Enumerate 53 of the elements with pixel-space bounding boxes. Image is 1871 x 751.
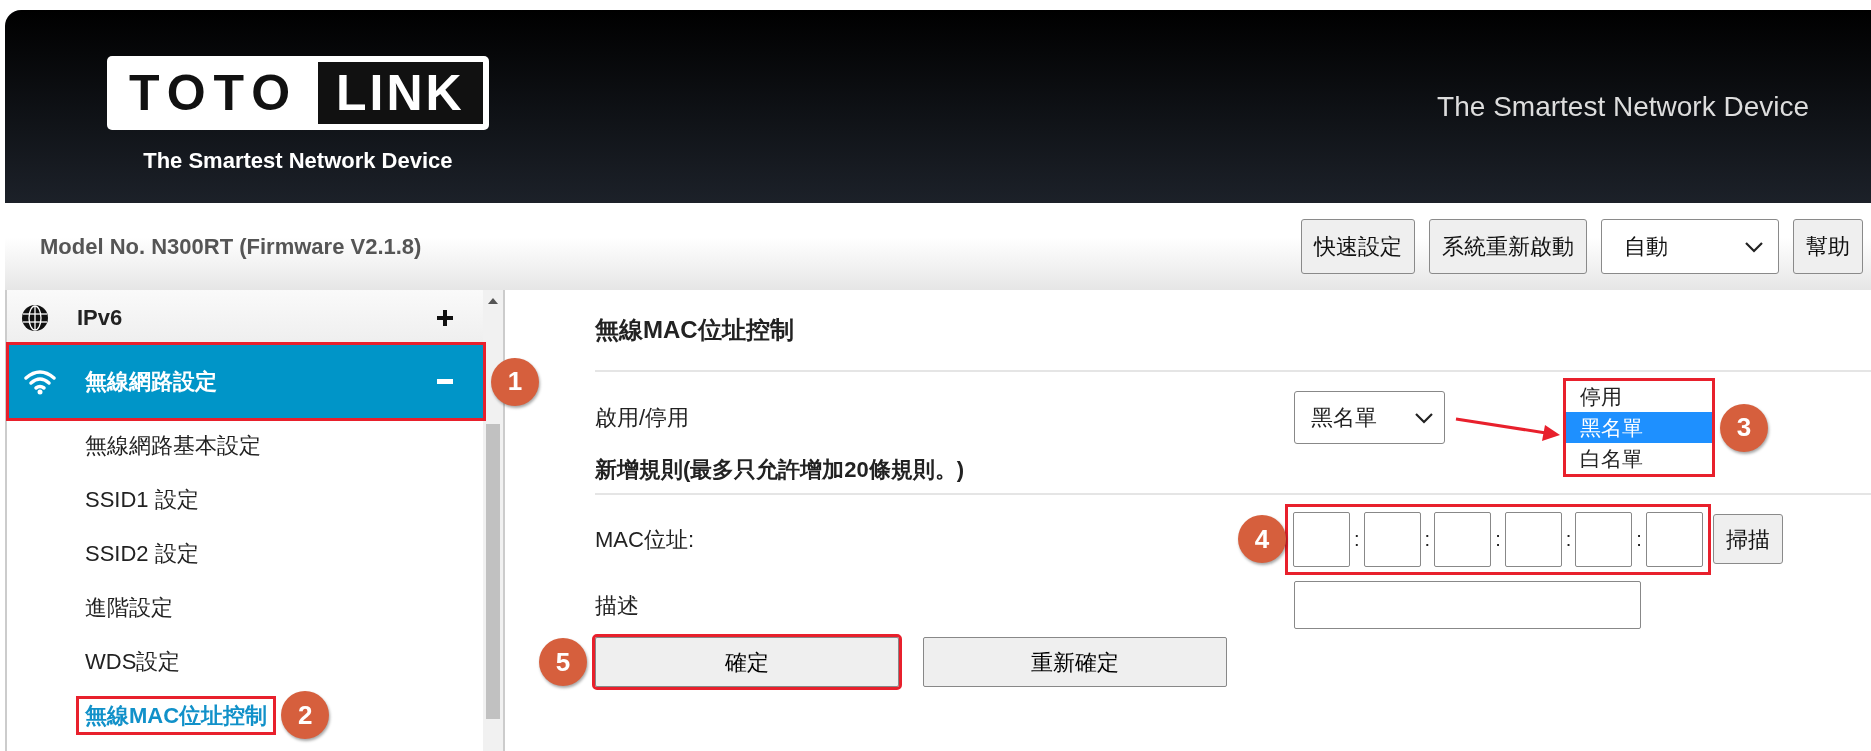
dropdown-option[interactable]: 白名單 xyxy=(1566,443,1712,474)
description-field[interactable] xyxy=(1294,581,1641,629)
callout-badge: 2 xyxy=(281,691,330,739)
field-label: 啟用/停用 xyxy=(595,405,690,430)
callout-badge: 3 xyxy=(1720,403,1768,452)
collapse-icon[interactable] xyxy=(437,378,453,385)
dropdown-option[interactable]: 停用 xyxy=(1566,381,1712,412)
mac-octet-field[interactable] xyxy=(1575,511,1633,567)
menu-item[interactable]: SSID1 設定 xyxy=(79,478,205,520)
callout-badge: 5 xyxy=(539,638,587,686)
menu-item[interactable]: SSID2 設定 xyxy=(79,532,205,574)
form-button[interactable]: 確定 xyxy=(595,637,899,687)
language-select[interactable]: 自動 xyxy=(1601,219,1779,274)
mac-octet-field[interactable] xyxy=(1293,511,1350,567)
field-label: MAC位址: xyxy=(595,526,694,552)
logo-text: LINK xyxy=(318,62,483,124)
callout-badge: 1 xyxy=(491,357,539,406)
page-title: 無線MAC位址控制 xyxy=(595,315,795,345)
mac-octet-field[interactable] xyxy=(1504,511,1562,567)
scan-button[interactable]: 掃描 xyxy=(1712,514,1783,564)
mode-select[interactable]: 黑名單 xyxy=(1294,391,1445,444)
chevron-down-icon xyxy=(1414,411,1434,424)
mac-octet-field[interactable] xyxy=(1363,511,1421,567)
scrollbar[interactable] xyxy=(483,290,503,751)
form-button[interactable]: 重新確定 xyxy=(923,637,1227,687)
logo-text: TOTO xyxy=(129,68,299,118)
callout-badge: 4 xyxy=(1238,515,1286,563)
section-heading: 新增規則(最多只允許增加20條規則。) xyxy=(595,455,965,484)
model-label: Model No. N300RT (Firmware V2.1.8) xyxy=(40,233,423,261)
menu-item[interactable]: 進階設定 xyxy=(79,586,179,628)
menu-section[interactable]: IPv6 xyxy=(7,290,483,345)
separator: : xyxy=(1354,527,1360,552)
chevron-down-icon xyxy=(1744,240,1764,253)
wifi-icon xyxy=(23,368,57,395)
expand-icon[interactable] xyxy=(437,309,453,326)
logo-tagline: The Smartest Network Device xyxy=(143,147,453,175)
separator: : xyxy=(1636,527,1642,552)
header-tagline: The Smartest Network Device xyxy=(1437,89,1809,124)
field-label: 描述 xyxy=(595,592,639,618)
toolbar-button[interactable]: 幫助 xyxy=(1793,219,1863,274)
separator: : xyxy=(1424,527,1431,552)
separator: : xyxy=(1495,527,1501,552)
menu-item[interactable]: 無線MAC位址控制 xyxy=(79,698,274,732)
menu-item[interactable]: WDS設定 xyxy=(79,640,187,682)
mac-octet-field[interactable] xyxy=(1434,511,1492,567)
scrollbar-thumb[interactable] xyxy=(486,424,500,719)
separator: : xyxy=(1565,527,1572,552)
mac-octet-field[interactable] xyxy=(1645,511,1703,567)
scroll-up-icon[interactable] xyxy=(488,298,498,304)
toolbar-button[interactable]: 快速設定 xyxy=(1301,219,1415,274)
globe-icon xyxy=(21,303,49,332)
menu-item[interactable]: 無線網路基本設定 xyxy=(79,424,267,466)
toolbar-button[interactable]: 系統重新啟動 xyxy=(1429,219,1587,274)
